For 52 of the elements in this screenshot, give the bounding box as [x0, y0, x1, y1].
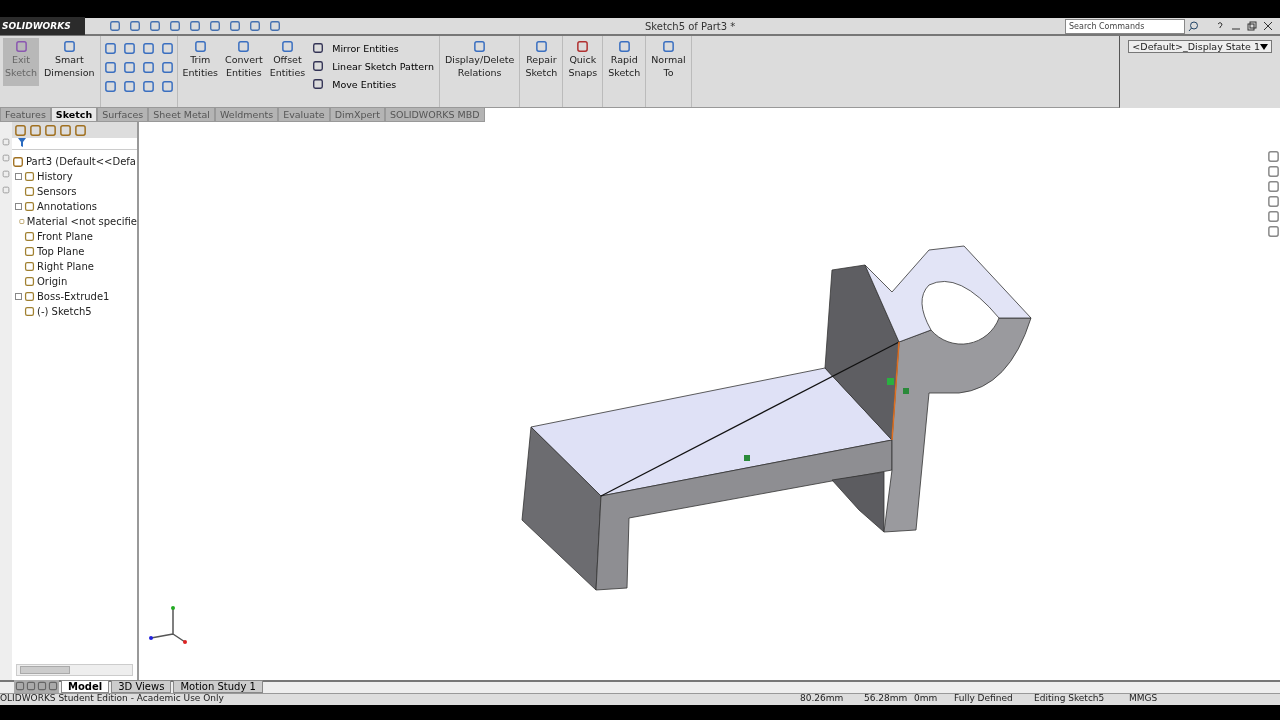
unit-system[interactable]: MMGS [1129, 694, 1189, 703]
display-state-dropdown[interactable]: <Default>_Display State 1 [1128, 40, 1272, 53]
document-title: Sketch5 of Part3 * [645, 20, 737, 32]
edit-mode: Editing Sketch5 [1034, 694, 1106, 703]
edition-text: OLIDWORKS Student Edition - Academic Use Only [0, 694, 225, 703]
ribbon-button[interactable]: Rapid Sketch [606, 38, 643, 86]
search-icon[interactable] [1188, 20, 1199, 32]
command-tab[interactable]: Weldments [215, 108, 279, 122]
command-tab[interactable]: SOLIDWORKS MBD [384, 108, 485, 122]
command-tab[interactable]: Sketch [50, 108, 98, 122]
search-field[interactable]: Search Commands [1065, 18, 1185, 34]
app-logo: SOLIDWORKS [0, 17, 85, 35]
x-coordinate: 80.26mm [800, 694, 845, 703]
ribbon-button[interactable]: Quick Snaps [566, 38, 600, 86]
close-icon[interactable] [1263, 21, 1273, 31]
ribbon-button[interactable]: Display/Delete Relations [442, 38, 517, 86]
scrollbar[interactable] [16, 664, 133, 676]
model-tab[interactable]: 3D Views [111, 680, 172, 693]
z-coordinate: 0mm [914, 694, 939, 703]
ribbon-button[interactable]: Linear Sketch Pattern [310, 59, 436, 73]
command-tab[interactable]: Surfaces [97, 108, 149, 122]
restore-icon[interactable] [1247, 21, 1257, 31]
command-tab[interactable]: Sheet Metal [148, 108, 215, 122]
tree-item[interactable]: Right Plane [37, 261, 94, 272]
tree-item[interactable]: (-) Sketch5 [37, 306, 92, 317]
tree-root[interactable]: Part3 (Default<<Defa [26, 156, 136, 167]
ribbon-button[interactable]: Move Entities [310, 77, 436, 91]
ribbon-button[interactable]: Mirror Entities [310, 41, 436, 55]
tree-item[interactable]: Material <not specifie [26, 216, 137, 227]
tree-item[interactable]: Origin [37, 276, 68, 287]
tree-item[interactable]: Annotations [37, 201, 98, 212]
sketch-status: Fully Defined [954, 694, 1014, 703]
model-tab[interactable]: Motion Study 1 [173, 680, 263, 693]
tree-item[interactable]: Sensors [37, 186, 77, 197]
command-tab[interactable]: Features [0, 108, 51, 122]
ribbon-button[interactable]: Repair Sketch [523, 38, 560, 86]
tree-item[interactable]: Top Plane [37, 246, 85, 257]
command-tab[interactable]: Evaluate [278, 108, 330, 122]
filter-icon[interactable] [18, 138, 26, 147]
help-icon[interactable] [1215, 21, 1225, 31]
ribbon-button[interactable]: Trim Entities [180, 38, 221, 86]
ribbon-button[interactable]: Offset Entities [267, 38, 308, 86]
caret-icon [1260, 43, 1268, 50]
command-tab[interactable]: DimXpert [329, 108, 385, 122]
ribbon-button[interactable]: Convert Entities [223, 38, 265, 86]
ribbon-button[interactable]: Normal To [649, 38, 688, 86]
model-tab[interactable]: Model [61, 680, 110, 693]
y-coordinate: 56.28mm [864, 694, 909, 703]
tree-item[interactable]: Boss-Extrude1 [37, 291, 110, 302]
tree-item[interactable]: Front Plane [37, 231, 93, 242]
ribbon-button[interactable]: Smart Dimension [42, 38, 97, 86]
tree-item[interactable]: History [37, 171, 73, 182]
